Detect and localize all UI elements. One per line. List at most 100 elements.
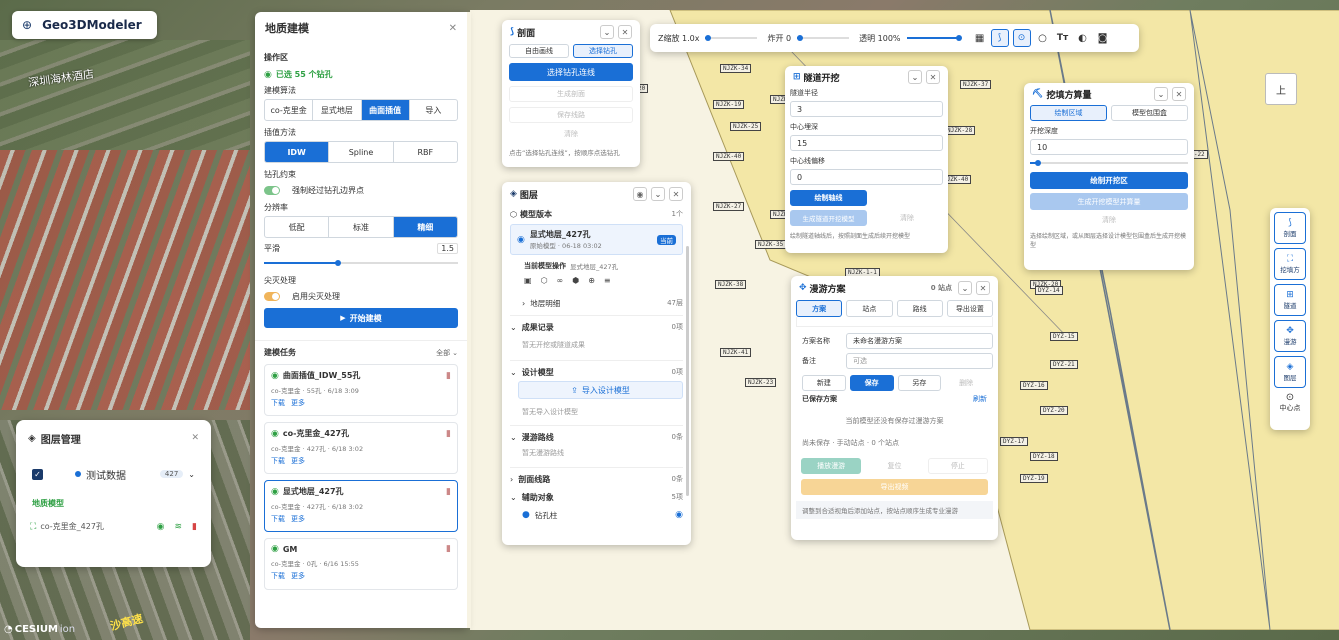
scrollbar[interactable] <box>686 246 689 496</box>
version-card[interactable]: ◉ 显式地层_427孔 原始模型 · 06-18 03:02 当前 <box>510 224 683 255</box>
tab-bbox[interactable]: 模型包围盒 <box>1111 105 1188 121</box>
borehole-label[interactable]: DYZ-16 <box>1020 381 1048 390</box>
z-scale-slider[interactable] <box>705 33 758 43</box>
cesium-logo[interactable]: ◔ CESIUM ion <box>4 624 75 635</box>
download-link[interactable]: 下载 <box>271 398 285 408</box>
borehole-label[interactable]: NJZK-40 <box>713 152 745 161</box>
link-icon[interactable]: ∞ <box>557 276 564 285</box>
chevron-down-icon[interactable]: ⌄ <box>510 323 517 332</box>
chevron-down-icon[interactable]: ⌄ <box>510 493 517 502</box>
borehole-label[interactable]: NJZK-38 <box>715 280 747 289</box>
draw-axis-button[interactable]: 绘制轴线 <box>790 190 867 206</box>
collapse-icon[interactable]: ⌄ <box>1154 87 1168 101</box>
borehole-label[interactable]: DYZ-19 <box>1020 474 1048 483</box>
constraint-toggle[interactable] <box>264 186 280 195</box>
borehole-label[interactable]: NJZK-41 <box>720 348 752 357</box>
pinch-toggle[interactable] <box>264 292 280 301</box>
chevron-right-icon[interactable]: › <box>522 299 525 308</box>
collapse-icon[interactable]: ⌄ <box>651 187 665 201</box>
eye-icon[interactable]: ◉ <box>675 510 683 520</box>
close-icon[interactable]: ✕ <box>926 70 940 84</box>
scheme-name-input[interactable]: 未命名漫游方案 <box>846 333 993 349</box>
borehole-label[interactable]: DYZ-20 <box>1040 406 1068 415</box>
note-input[interactable]: 可选 <box>846 353 993 369</box>
circle-icon[interactable]: ○ <box>1033 33 1053 44</box>
text-icon[interactable]: Tт <box>1053 33 1073 43</box>
excavation-depth-slider[interactable] <box>1030 158 1188 168</box>
center-point-button[interactable]: ⊙ 中心点 <box>1274 392 1306 413</box>
start-modeling-button[interactable]: ▶ 开始建模 <box>264 308 458 328</box>
collapse-icon[interactable]: ⌄ <box>600 25 614 39</box>
import-design-button[interactable]: ⇪ 导入设计模型 <box>518 381 683 399</box>
chevron-down-icon[interactable]: ⌄ <box>510 368 517 377</box>
save-as-button[interactable]: 另存 <box>897 375 942 391</box>
borehole-label[interactable]: NJZK-25 <box>730 122 762 131</box>
polyline-icon[interactable]: ⟆ <box>990 29 1009 47</box>
trash-icon[interactable]: ▮ <box>192 522 197 532</box>
generate-excavation-button[interactable]: 生成开挖模型并算量 <box>1030 193 1188 210</box>
box-icon[interactable]: ⬢ <box>572 276 579 285</box>
resolution-option-1[interactable]: 标准 <box>329 217 394 237</box>
roam-tab-2[interactable]: 路线 <box>896 300 943 317</box>
trash-icon[interactable]: ▮ <box>446 544 451 554</box>
close-icon[interactable]: ✕ <box>618 25 632 39</box>
borehole-label[interactable]: NJZK-19 <box>713 100 745 109</box>
close-icon[interactable]: ✕ <box>449 23 457 34</box>
algo-option-1[interactable]: 显式地层 <box>313 100 362 120</box>
app-title-bar[interactable]: ⊕ Geo3DModeler <box>12 11 157 39</box>
chevron-down-icon[interactable]: ⌄ <box>510 433 517 442</box>
refresh-link[interactable]: 刷新 <box>973 394 987 404</box>
pin-icon[interactable]: ⊙ <box>1012 29 1031 47</box>
collapse-icon[interactable]: ⌄ <box>908 70 922 84</box>
tab-draw-area[interactable]: 绘制区域 <box>1030 105 1107 121</box>
new-scheme-button[interactable]: 新建 <box>802 375 846 391</box>
eye-icon[interactable]: ◉ <box>517 235 525 245</box>
dock-excavation-button[interactable]: ⛶ 挖填方 <box>1274 248 1306 280</box>
layers-stack-icon[interactable]: ≡ <box>604 276 611 285</box>
interp-option-2[interactable]: RBF <box>394 142 457 162</box>
task-card[interactable]: ◉ GM ▮ co-克里金 · 0孔 · 6/16 15:55 下载 更多 <box>264 538 458 590</box>
palette-icon[interactable]: ◐ <box>1073 33 1093 44</box>
borehole-label[interactable]: NJZK-35 <box>755 240 787 249</box>
grid-icon[interactable]: ▦ <box>971 33 989 44</box>
play-roam-button[interactable]: 播放漫游 <box>801 458 862 474</box>
interp-option-0[interactable]: IDW <box>265 142 330 162</box>
generate-tunnel-button[interactable]: 生成隧道开挖模型 <box>790 210 867 226</box>
more-link[interactable]: 更多 <box>291 456 305 466</box>
trash-icon[interactable]: ▮ <box>446 429 451 439</box>
image-icon[interactable]: ▣ <box>524 276 532 285</box>
export-video-button[interactable]: 导出视频 <box>801 479 988 495</box>
trash-icon[interactable]: ▮ <box>446 487 451 497</box>
roam-tab-0[interactable]: 方案 <box>796 300 843 317</box>
clear-button[interactable]: 清除 <box>1030 215 1188 225</box>
globe-icon[interactable]: ⊕ <box>588 276 595 285</box>
interp-option-1[interactable]: Spline <box>329 142 394 162</box>
slider-knob[interactable] <box>796 35 803 41</box>
reset-button[interactable]: 复位 <box>865 461 923 471</box>
draw-excavation-button[interactable]: 绘制开挖区 <box>1030 172 1188 189</box>
roam-tab-1[interactable]: 站点 <box>846 300 893 317</box>
dock-section-button[interactable]: ⟆ 剖面 <box>1274 212 1306 244</box>
close-icon[interactable]: ✕ <box>191 433 199 443</box>
delete-scheme-button[interactable]: 删除 <box>945 378 987 388</box>
borehole-label[interactable]: NJZK-37 <box>960 80 992 89</box>
smooth-slider[interactable] <box>264 258 458 268</box>
eye-icon[interactable]: ◉ <box>157 522 165 532</box>
borehole-label[interactable]: NJZK-27 <box>713 202 745 211</box>
tab-free-draw[interactable]: 自由画线 <box>509 44 569 58</box>
roam-tab-3[interactable]: 导出设置 <box>946 300 993 317</box>
opacity-slider[interactable] <box>906 33 962 43</box>
borehole-label[interactable]: NJZK-34 <box>720 64 752 73</box>
cube-icon[interactable]: ⬡ <box>541 276 548 285</box>
slider-knob[interactable] <box>334 260 341 266</box>
save-scheme-button[interactable]: 保存 <box>849 375 894 391</box>
compass-up-button[interactable]: 上 <box>1265 73 1297 105</box>
dock-roam-button[interactable]: ✥ 漫游 <box>1274 320 1306 352</box>
camera-icon[interactable]: ◙ <box>1093 33 1113 44</box>
adjust-icon[interactable]: ≋ <box>175 522 183 532</box>
stop-button[interactable]: 停止 <box>927 458 988 474</box>
borehole-label[interactable]: DYZ-21 <box>1050 360 1078 369</box>
task-card[interactable]: ◉ co-克里金_427孔 ▮ co-克里金 · 427孔 · 6/18 3:02 下载… <box>264 422 458 474</box>
excavation-depth-input[interactable]: 10 <box>1030 139 1188 155</box>
close-icon[interactable]: ✕ <box>669 187 683 201</box>
